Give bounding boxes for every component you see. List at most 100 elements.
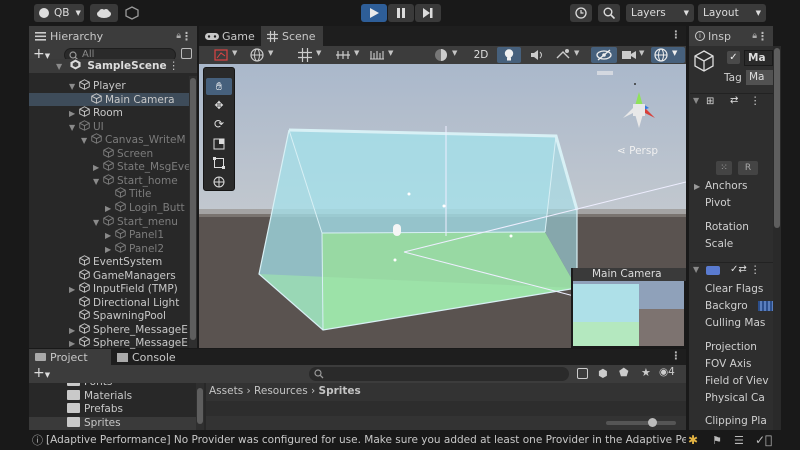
hierarchy-item[interactable]: ▶ Sphere_MessageE — [29, 323, 189, 337]
search-button[interactable] — [598, 4, 620, 22]
check-circle-icon[interactable]: ✓⃝ — [755, 433, 772, 447]
audio-toggle[interactable] — [525, 47, 549, 63]
snap-dropdown[interactable]: ▼ — [333, 47, 367, 63]
pause-button[interactable] — [388, 4, 414, 22]
tab-inspector[interactable]: i Insp 🔒︎ ⋮ — [689, 26, 773, 46]
draw-mode-dropdown[interactable]: ▼ — [211, 47, 245, 63]
settings-icon[interactable]: ✓⇄ — [730, 264, 747, 275]
scene-visibility-icon[interactable] — [181, 48, 192, 59]
expand-arrow-icon[interactable]: ▼ — [69, 121, 79, 135]
add-icon[interactable]: +▼ — [33, 365, 50, 384]
expand-arrow-icon[interactable]: ▼ — [81, 134, 91, 148]
scene-row[interactable]: ▼ SampleScene ⋮ — [29, 59, 197, 73]
camera-dropdown[interactable]: ▼ — [619, 47, 649, 63]
search-by-type-icon[interactable] — [577, 368, 588, 379]
gizmos-dropdown[interactable]: ▼ — [651, 47, 685, 63]
move-tool[interactable]: ✥ — [206, 97, 232, 114]
expand-arrow-icon[interactable]: ▶ — [69, 107, 79, 121]
folder-item[interactable]: Materials — [29, 389, 196, 404]
increment-dropdown[interactable]: ▼ — [367, 47, 401, 63]
inspector-scrollbar[interactable] — [773, 46, 781, 430]
tag-dropdown[interactable]: Ma — [746, 70, 773, 85]
expand-arrow-icon[interactable]: ▼ — [69, 80, 79, 94]
more-menu-icon[interactable]: ⋮ — [181, 30, 192, 43]
hierarchy-item[interactable]: ▶ Panel2 — [29, 241, 189, 257]
hierarchy-item[interactable]: ▶ Room — [29, 106, 189, 120]
expand-arrow-icon[interactable]: ▶ — [69, 283, 79, 297]
camera-header[interactable]: ▼ ✓⇄ ⋮ — [690, 262, 773, 278]
debug-icon[interactable]: ⚑ — [712, 434, 722, 447]
hierarchy-item[interactable]: Title — [29, 187, 189, 201]
zoom-slider[interactable] — [606, 418, 676, 427]
persp-label[interactable]: ⋖ Persp — [617, 145, 658, 157]
tab-hierarchy[interactable]: Hierarchy 🔒︎ ⋮ — [29, 26, 197, 46]
play-button[interactable] — [361, 4, 387, 22]
tab-project[interactable]: Project — [29, 349, 111, 365]
expand-arrow-icon[interactable]: ▶ — [105, 243, 115, 257]
hierarchy-item[interactable]: ▶ Login_Butt — [29, 201, 189, 215]
star-icon[interactable]: ★ — [641, 366, 651, 379]
search-by-label-icon[interactable]: ⬢ — [598, 367, 608, 380]
effects-dropdown[interactable]: ▼ — [553, 47, 587, 63]
hidden-objects-toggle[interactable] — [591, 47, 617, 63]
rect-tool[interactable] — [206, 154, 232, 171]
tab-game[interactable]: Game — [199, 26, 261, 46]
transform-tools-dropdown[interactable]: ▼ — [295, 47, 329, 63]
settings-icon[interactable]: ⇄ — [730, 95, 738, 106]
transform-header[interactable]: ▼ ⊞ ⇄ ⋮ — [690, 93, 773, 109]
hierarchy-item[interactable]: ▶ Panel1 — [29, 228, 189, 242]
history-button[interactable] — [570, 4, 592, 22]
toggle-2d-button[interactable]: 2D — [469, 47, 493, 63]
object-name-field[interactable]: Ma — [744, 50, 773, 66]
more-menu-icon[interactable]: ⋮ — [757, 30, 768, 43]
expand-arrow-icon[interactable]: ▼ — [93, 175, 103, 189]
anchor-presets[interactable]: ⁙ — [716, 161, 732, 175]
hierarchy-item[interactable]: ▼ Canvas_WriteM — [29, 133, 189, 147]
hierarchy-item[interactable]: Directional Light — [29, 296, 189, 310]
hidden-packages-toggle[interactable]: ◉4 — [659, 366, 675, 378]
shading-dropdown[interactable]: ▼ — [431, 47, 465, 63]
tab-console[interactable]: Console — [111, 349, 191, 365]
scale-tool[interactable] — [206, 135, 232, 152]
more-menu-icon[interactable]: ⋮ — [750, 95, 761, 107]
more-menu-icon[interactable]: ⋮ — [671, 350, 682, 362]
folder-item[interactable]: Sprites — [29, 416, 196, 430]
zoom-slider-thumb[interactable] — [648, 418, 657, 427]
collapse-arrow-icon[interactable]: ▼ — [693, 265, 703, 274]
expand-arrow-icon[interactable]: ▼ — [93, 216, 103, 230]
more-menu-icon[interactable]: ⋮ — [671, 29, 682, 41]
expand-arrow-icon[interactable]: ▶ — [105, 229, 115, 243]
collapse-arrow-icon[interactable]: ▼ — [693, 96, 703, 105]
breadcrumb-item[interactable]: Assets — [209, 385, 243, 397]
collapse-arrow-icon[interactable]: ▼ — [56, 60, 66, 74]
rotate-tool[interactable]: ⟳ — [206, 116, 232, 133]
layout-dropdown[interactable]: Layout ▼ — [698, 4, 766, 22]
scrollbar-thumb[interactable] — [190, 78, 196, 340]
status-message[interactable]: [Adaptive Performance] No Provider was c… — [46, 434, 686, 446]
render-mode-dropdown[interactable]: ▼ — [247, 47, 281, 63]
more-menu-icon[interactable]: ⋮ — [169, 59, 180, 73]
project-search-input[interactable] — [309, 367, 569, 381]
breadcrumb-item[interactable]: Sprites — [319, 385, 361, 397]
collab-button[interactable] — [122, 4, 142, 22]
folder-scrollbar[interactable] — [196, 383, 204, 430]
hierarchy-item[interactable]: ▼ UI — [29, 119, 189, 135]
tab-scene[interactable]: Scene — [261, 26, 323, 46]
status-bar[interactable]: ⓘ [Adaptive Performance] No Provider was… — [0, 430, 800, 450]
breadcrumb-item[interactable]: Resources — [254, 385, 308, 397]
hierarchy-item[interactable]: Main Camera — [29, 92, 189, 107]
expand-arrow-icon[interactable]: ▶ — [694, 182, 700, 191]
step-button[interactable] — [415, 4, 441, 22]
layers-dropdown[interactable]: Layers ▼ — [626, 4, 694, 22]
expand-arrow-icon[interactable]: ▶ — [69, 324, 79, 338]
asset-grid[interactable] — [206, 401, 686, 416]
folder-item[interactable]: Prefabs — [29, 403, 196, 417]
lighting-toggle[interactable] — [497, 47, 521, 63]
account-dropdown[interactable]: QB ▼ — [34, 4, 84, 22]
hand-tool[interactable]: ✋︎ — [206, 78, 232, 95]
cloud-button[interactable] — [90, 4, 118, 22]
active-checkbox[interactable]: ✓ — [727, 51, 740, 64]
hierarchy-item[interactable]: SpawningPool — [29, 309, 189, 323]
hierarchy-item[interactable]: ▼ Start_home — [29, 174, 189, 188]
tag-icon[interactable]: ⬟ — [619, 366, 629, 379]
